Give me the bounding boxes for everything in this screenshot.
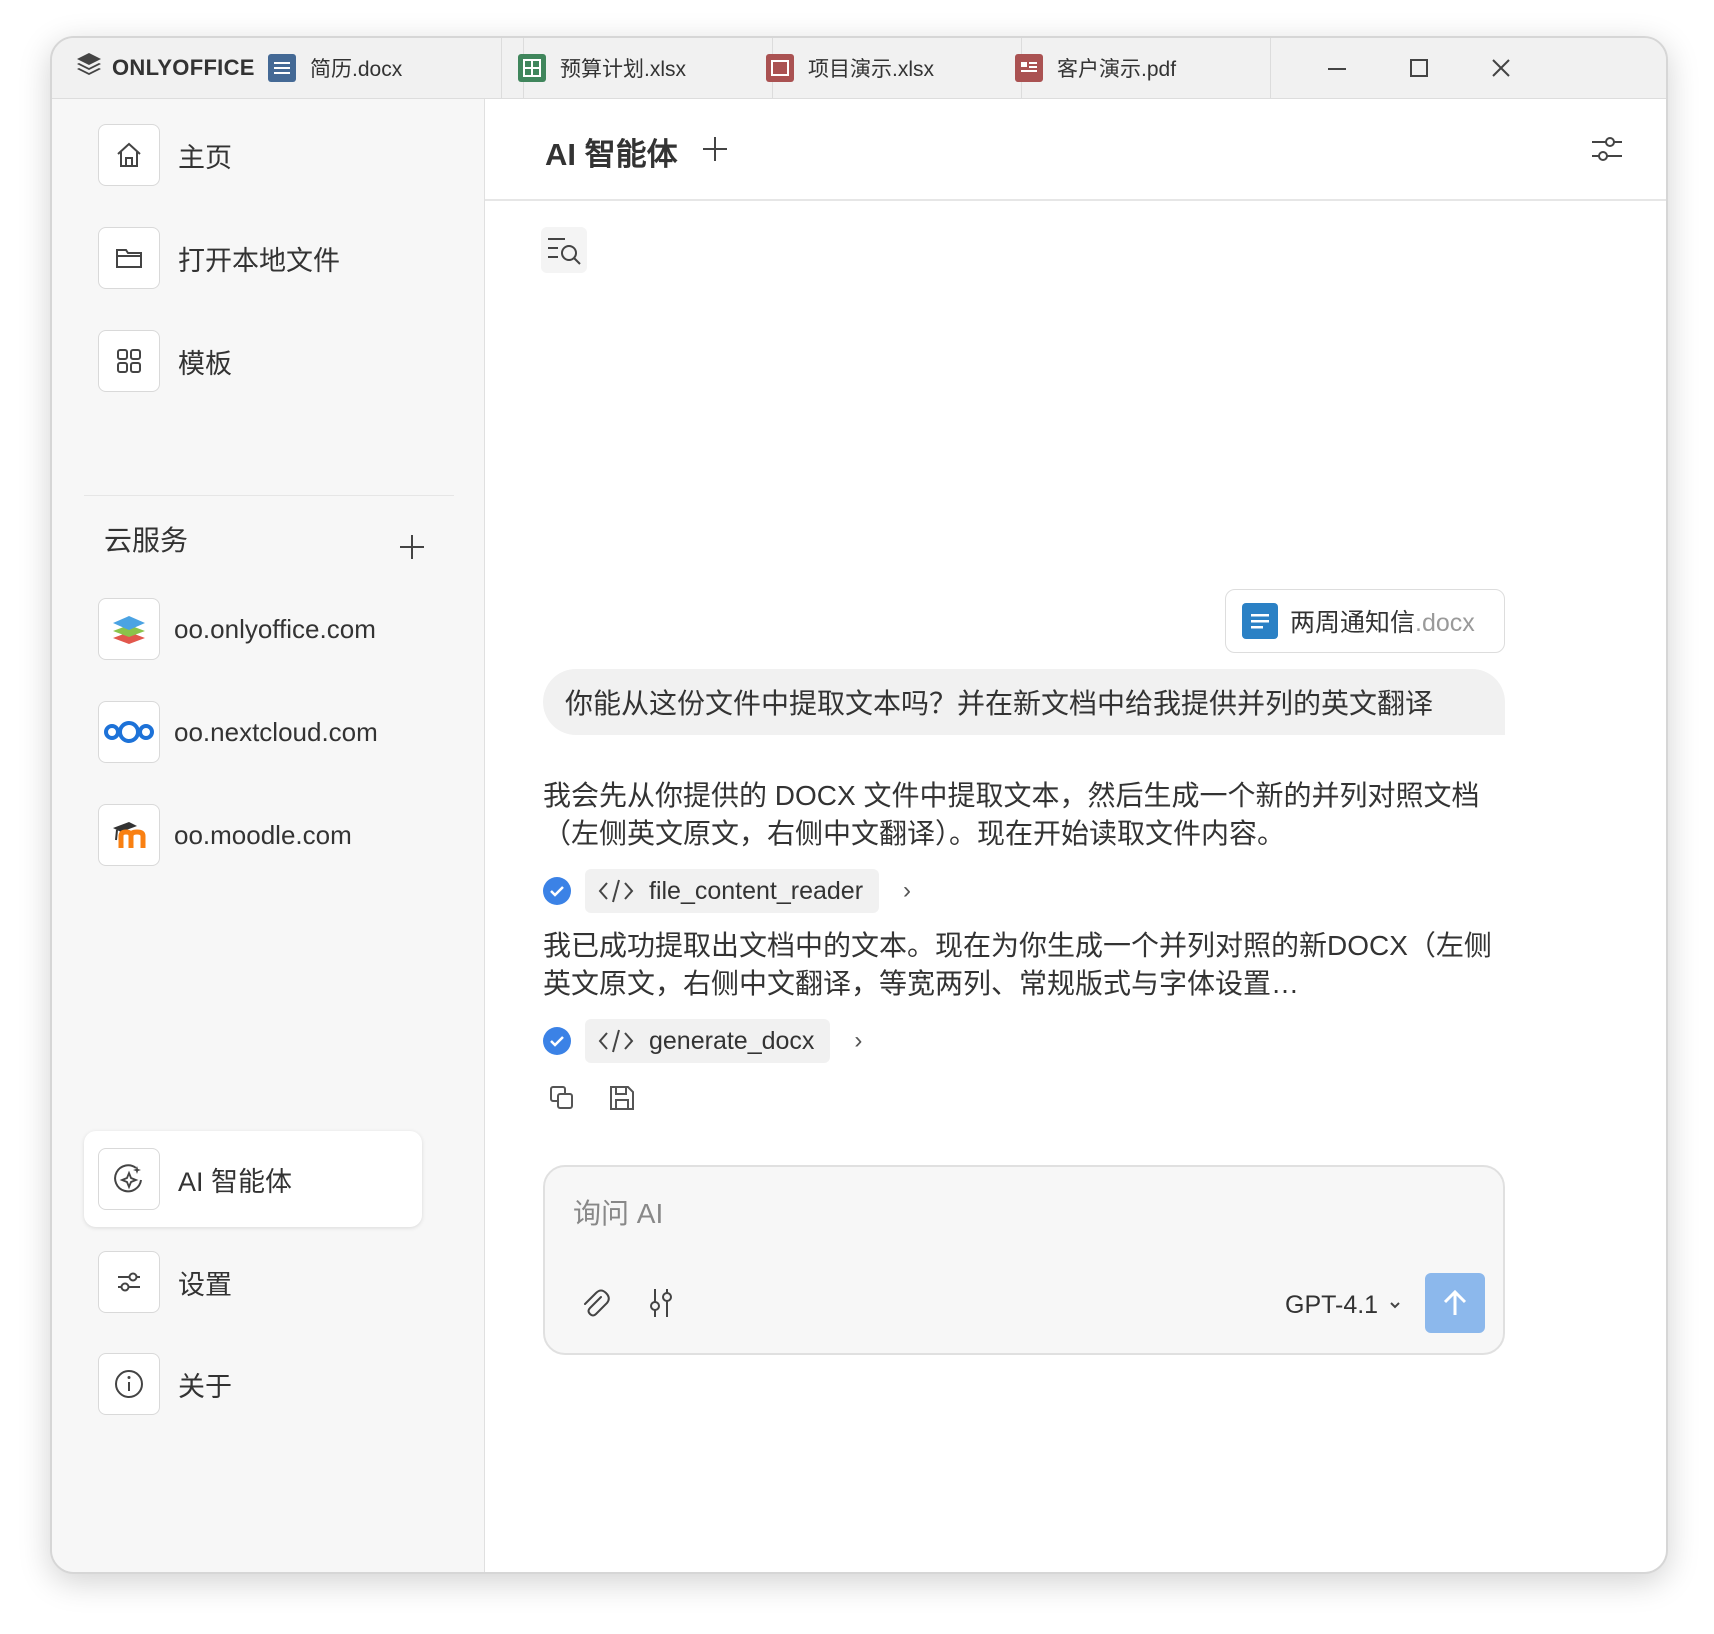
user-message: 你能从这份文件中提取文本吗？并在新文档中给我提供并列的英文翻译 [543, 669, 1505, 735]
ai-agent-icon [98, 1148, 160, 1210]
page-title: AI 智能体 [545, 137, 678, 172]
sidebar-item-ai-agent[interactable]: AI 智能体 [84, 1131, 422, 1227]
nextcloud-logo-icon [98, 701, 160, 763]
check-circle-icon [543, 1027, 571, 1055]
info-icon [98, 1353, 160, 1415]
minimize-icon [1328, 68, 1346, 70]
pdf-icon [1015, 54, 1043, 82]
model-name: GPT-4.1 [1285, 1290, 1379, 1319]
vertical-sliders-icon [650, 1289, 672, 1317]
tab-budget[interactable]: 预算计划.xlsx [501, 38, 773, 98]
cloud-service-onlyoffice[interactable]: oo.onlyoffice.com [98, 596, 376, 662]
tool-call-row[interactable]: generate_docx › [543, 1019, 862, 1063]
sidebar: 主页 打开本地文件 模板 云服务 oo.onlyoffice.com oo.ne… [52, 99, 485, 1572]
sidebar-item-label: 主页 [178, 142, 232, 173]
chevron-down-icon [1390, 1302, 1400, 1309]
settings-icon [98, 1251, 160, 1313]
paperclip-icon [584, 1289, 610, 1317]
code-icon [598, 1029, 634, 1053]
chevron-right-icon[interactable]: › [903, 877, 911, 905]
brand-name: ONLYOFFICE [112, 55, 255, 80]
close-icon [1492, 59, 1510, 77]
sliders-icon [1592, 137, 1622, 161]
sidebar-divider [84, 495, 454, 496]
copy-icon [550, 1086, 573, 1109]
chat-history-button[interactable] [541, 227, 587, 273]
close-button[interactable] [1460, 38, 1542, 98]
maximize-icon [1410, 59, 1428, 77]
document-icon [268, 54, 296, 82]
attach-file-button[interactable] [575, 1283, 615, 1323]
tool-call-row[interactable]: file_content_reader › [543, 869, 911, 913]
sidebar-item-settings[interactable]: 设置 [84, 1249, 422, 1315]
home-icon [98, 124, 160, 186]
cloud-service-label: oo.onlyoffice.com [174, 613, 376, 644]
copy-button[interactable] [545, 1081, 579, 1115]
check-circle-icon [543, 877, 571, 905]
folder-icon [98, 227, 160, 289]
sidebar-item-label: 模板 [178, 348, 232, 379]
tool-name: file_content_reader [649, 876, 864, 905]
chat-composer: GPT-4.1 [543, 1165, 1505, 1355]
cloud-service-label: oo.nextcloud.com [174, 716, 378, 747]
tool-chip[interactable]: file_content_reader [585, 869, 880, 913]
sidebar-item-label: 打开本地文件 [178, 245, 340, 276]
tab-resume[interactable]: 简历.docx [252, 38, 524, 98]
plus-icon [400, 535, 424, 559]
tab-client-pdf[interactable]: 客户演示.pdf [999, 38, 1271, 98]
sidebar-item-label: 关于 [178, 1371, 232, 1402]
send-button[interactable] [1425, 1273, 1485, 1333]
tools-settings-button[interactable] [641, 1283, 681, 1323]
tab-project-presentation[interactable]: 项目演示.xlsx [750, 38, 1022, 98]
tab-label: 项目演示.xlsx [808, 58, 934, 81]
sidebar-item-label: 设置 [178, 1269, 232, 1300]
code-icon [598, 879, 634, 903]
sidebar-item-open-local[interactable]: 打开本地文件 [84, 225, 422, 291]
spreadsheet-icon [518, 54, 546, 82]
tab-label: 简历.docx [310, 58, 403, 81]
chevron-right-icon[interactable]: › [854, 1027, 862, 1055]
ai-message: 我已成功提取出文档中的文本。现在为你生成一个并列对照的新DOCX（左侧英文原文，… [543, 930, 1492, 999]
onlyoffice-logo-icon [98, 598, 160, 660]
title-bar: ONLYOFFICE 简历.docx 预算计划.xlsx 项目演示.xlsx 客… [52, 38, 1666, 99]
presentation-icon [766, 54, 794, 82]
cloud-service-nextcloud[interactable]: oo.nextcloud.com [98, 699, 378, 765]
panel-settings-button[interactable] [1585, 127, 1629, 171]
ai-message: 我会先从你提供的 DOCX 文件中提取文本，然后生成一个新的并列对照文档（左侧英… [543, 780, 1480, 849]
sidebar-item-label: AI 智能体 [178, 1166, 293, 1197]
onlyoffice-brand[interactable]: ONLYOFFICE [74, 50, 255, 86]
tool-chip[interactable]: generate_docx [585, 1019, 831, 1063]
arrow-up-icon [1443, 1289, 1467, 1315]
message-actions [545, 1081, 639, 1115]
onlyoffice-logo-icon [74, 50, 104, 86]
attached-file-name: 两周通知信.docx [1290, 609, 1475, 637]
cloud-service-moodle[interactable]: oo.moodle.com [98, 802, 352, 868]
sidebar-item-templates[interactable]: 模板 [84, 328, 422, 394]
ask-ai-input[interactable] [571, 1191, 1435, 1237]
minimize-button[interactable] [1296, 38, 1378, 98]
new-chat-button[interactable] [693, 127, 737, 171]
sidebar-item-home[interactable]: 主页 [84, 122, 422, 188]
save-icon [610, 1086, 634, 1110]
grid-icon [98, 330, 160, 392]
search-list-icon [548, 238, 581, 265]
panel-header: AI 智能体 [485, 99, 1666, 201]
cloud-service-label: oo.moodle.com [174, 819, 352, 850]
plus-icon [703, 137, 727, 161]
attached-file-chip[interactable]: 两周通知信.docx [1225, 589, 1505, 653]
ai-agent-panel: AI 智能体 两周通知信.docx 你能从这份文件中提取文本吗？并在新文档中给我… [485, 99, 1666, 1572]
tab-label: 预算计划.xlsx [560, 58, 686, 81]
model-selector[interactable]: GPT-4.1 [1285, 1285, 1402, 1325]
app-window: ONLYOFFICE 简历.docx 预算计划.xlsx 项目演示.xlsx 客… [50, 36, 1668, 1574]
tool-name: generate_docx [649, 1026, 815, 1055]
cloud-services-title: 云服务 [104, 525, 189, 556]
moodle-logo-icon [98, 804, 160, 866]
tab-label: 客户演示.pdf [1057, 58, 1177, 81]
document-icon [1242, 603, 1278, 639]
maximize-button[interactable] [1378, 38, 1460, 98]
sidebar-item-about[interactable]: 关于 [84, 1351, 422, 1417]
add-cloud-button[interactable] [392, 527, 432, 567]
save-button[interactable] [605, 1081, 639, 1115]
